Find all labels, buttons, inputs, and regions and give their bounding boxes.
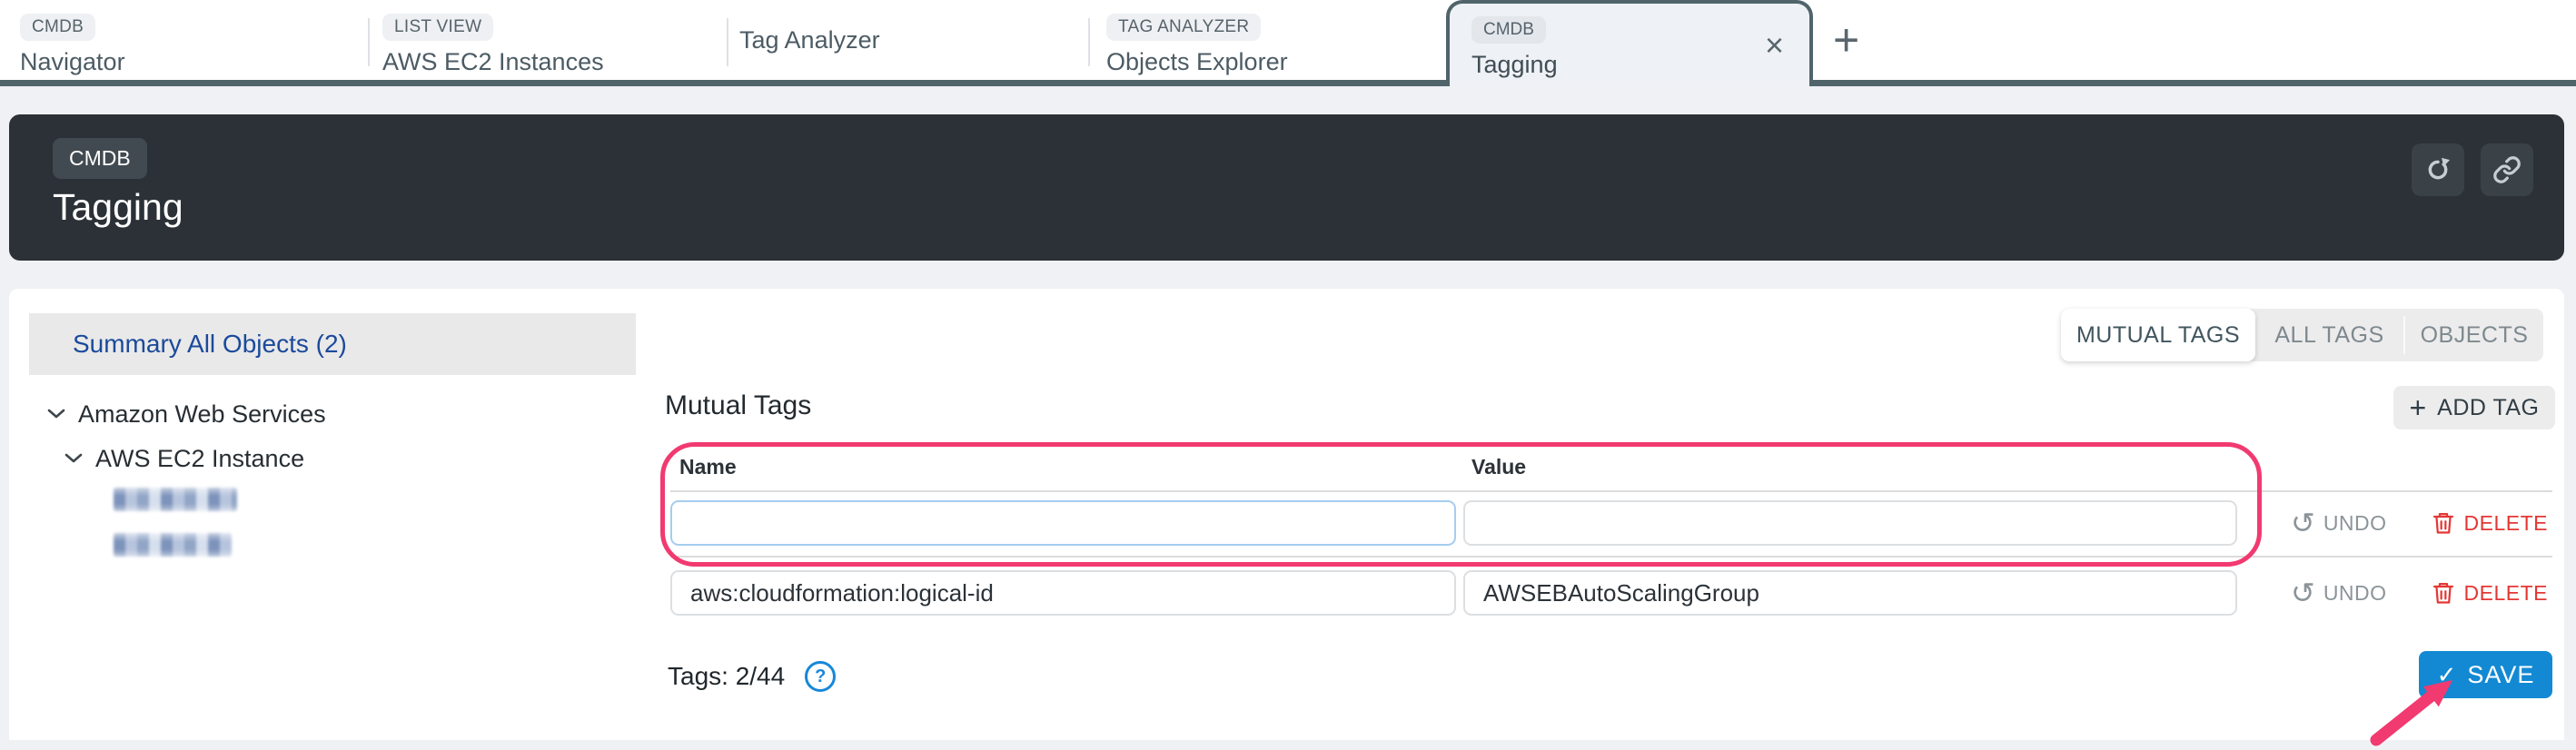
tree-item-label: Amazon Web Services — [78, 400, 326, 429]
page-header: CMDB Tagging — [9, 114, 2564, 261]
column-header-value: Value — [1471, 455, 1526, 479]
section-heading: Mutual Tags — [665, 390, 811, 421]
plus-icon: + — [1833, 14, 1859, 66]
tab-badge: CMDB — [20, 14, 95, 41]
tab-label: Tagging — [1471, 51, 1809, 79]
tab-badge: CMDB — [1471, 16, 1546, 44]
page-title: Tagging — [53, 186, 2564, 229]
row-actions: ↺ UNDO DELETE — [2291, 500, 2548, 546]
tag-value-input[interactable] — [1463, 570, 2237, 616]
tab-label: Tag Analyzer — [739, 26, 880, 54]
tab-mutual-tags[interactable]: MUTUAL TAGS — [2061, 309, 2255, 361]
tab-all-tags[interactable]: ALL TAGS — [2255, 309, 2403, 361]
row-divider — [670, 556, 2552, 558]
tab-badge: LIST VIEW — [382, 14, 493, 41]
tree-item-amazon-web-services[interactable]: Amazon Web Services — [47, 400, 326, 429]
tags-counter-row: Tags: 2/44 ? — [668, 661, 836, 692]
check-icon: ✓ — [2437, 663, 2457, 686]
trash-icon — [2431, 580, 2456, 606]
switcher-label: MUTUAL TAGS — [2076, 322, 2240, 349]
undo-icon: ↺ — [2291, 508, 2315, 538]
view-switcher: MUTUAL TAGS ALL TAGS OBJECTS — [2061, 309, 2543, 361]
tree-item-label: AWS EC2 Instance — [95, 445, 304, 473]
save-label: SAVE — [2467, 661, 2534, 689]
tab-label: Objects Explorer — [1106, 48, 1446, 76]
header-divider — [670, 490, 2552, 492]
tab-tagging-active[interactable]: CMDB Tagging × — [1446, 0, 1813, 86]
add-tab-button[interactable]: + — [1833, 0, 1859, 80]
tab-objects-explorer[interactable]: TAG ANALYZER Objects Explorer — [1090, 0, 1446, 80]
delete-label: DELETE — [2464, 511, 2548, 536]
help-glyph: ? — [815, 666, 826, 687]
plus-icon: + — [2409, 393, 2426, 422]
undo-label: UNDO — [2323, 581, 2387, 606]
help-icon[interactable]: ? — [805, 661, 836, 692]
tab-navigator[interactable]: CMDB Navigator — [0, 0, 368, 80]
close-icon[interactable]: × — [1765, 29, 1784, 62]
tab-label: Navigator — [20, 48, 368, 76]
tab-badge: TAG ANALYZER — [1106, 14, 1261, 41]
trash-icon — [2431, 510, 2456, 536]
row-actions: ↺ UNDO DELETE — [2291, 570, 2548, 616]
summary-label: Summary All Objects (2) — [73, 330, 347, 359]
tab-objects[interactable]: OBJECTS — [2405, 309, 2543, 361]
undo-button[interactable]: ↺ UNDO — [2291, 508, 2387, 538]
undo-button[interactable]: ↺ UNDO — [2291, 578, 2387, 607]
chevron-down-icon[interactable] — [64, 453, 83, 464]
delete-button[interactable]: DELETE — [2431, 580, 2548, 606]
summary-all-objects-link[interactable]: Summary All Objects (2) — [29, 313, 636, 375]
redacted-object-name[interactable] — [114, 488, 237, 511]
main-panel: Summary All Objects (2) Amazon Web Servi… — [9, 289, 2564, 740]
refresh-button[interactable] — [2412, 143, 2464, 196]
save-button[interactable]: ✓ SAVE — [2419, 651, 2552, 698]
switcher-label: ALL TAGS — [2274, 322, 2383, 349]
browser-tab-strip: CMDB Navigator LIST VIEW AWS EC2 Instanc… — [0, 0, 2576, 86]
undo-icon: ↺ — [2291, 578, 2315, 607]
header-actions — [2412, 143, 2533, 196]
tab-aws-ec2-instances[interactable]: LIST VIEW AWS EC2 Instances — [370, 0, 727, 80]
tab-strip-underline — [0, 80, 2576, 86]
tag-name-input[interactable] — [670, 500, 1456, 546]
add-tag-button[interactable]: + ADD TAG — [2393, 386, 2555, 429]
chevron-down-icon[interactable] — [47, 409, 65, 419]
tab-label: AWS EC2 Instances — [382, 48, 727, 76]
tags-counter: Tags: 2/44 — [668, 662, 785, 691]
tag-value-input[interactable] — [1463, 500, 2237, 546]
tag-name-input[interactable] — [670, 570, 1456, 616]
add-tag-label: ADD TAG — [2437, 395, 2539, 421]
delete-button[interactable]: DELETE — [2431, 510, 2548, 536]
undo-label: UNDO — [2323, 511, 2387, 536]
tree-item-aws-ec2-instance[interactable]: AWS EC2 Instance — [64, 444, 304, 473]
copy-link-button[interactable] — [2481, 143, 2533, 196]
column-header-name: Name — [679, 455, 737, 479]
refresh-icon — [2423, 155, 2452, 184]
redacted-object-name[interactable] — [114, 533, 232, 557]
tab-tag-analyzer[interactable]: Tag Analyzer — [728, 0, 1088, 80]
link-icon — [2492, 155, 2522, 184]
delete-label: DELETE — [2464, 581, 2548, 606]
switcher-label: OBJECTS — [2421, 322, 2529, 349]
cmdb-badge: CMDB — [53, 138, 147, 179]
